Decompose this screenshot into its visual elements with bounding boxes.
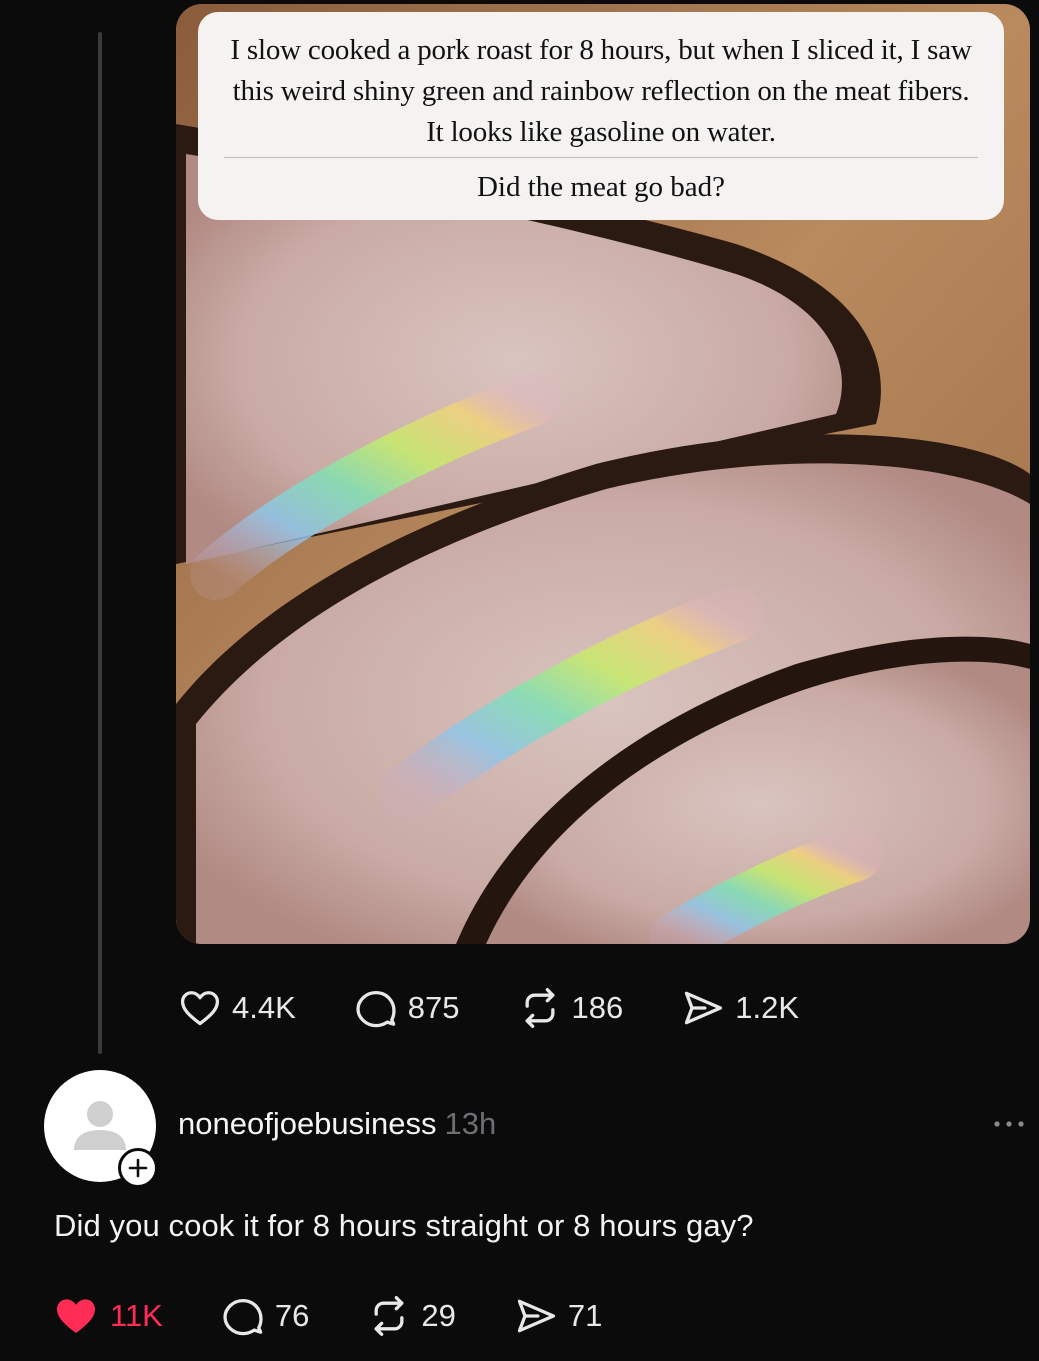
reply-comment-button[interactable]: 76 (221, 1294, 309, 1338)
comment-bubble-icon (356, 990, 396, 1028)
timestamp: 13h (444, 1106, 497, 1141)
repost-count: 186 (571, 990, 624, 1025)
follow-button[interactable] (118, 1148, 158, 1188)
caption-box: I slow cooked a pork roast for 8 hours, … (198, 12, 1004, 220)
reply-like-count: 11K (110, 1298, 163, 1333)
repost-icon (374, 1296, 404, 1336)
heart-icon (180, 991, 220, 1026)
reply-share-button[interactable]: 71 (514, 1294, 602, 1338)
reply-share-count: 71 (567, 1298, 603, 1333)
caption-text: I slow cooked a pork roast for 8 hours, … (230, 34, 972, 148)
send-icon (685, 991, 723, 1025)
reply-repost-button[interactable]: 29 (367, 1294, 456, 1338)
comment-button[interactable]: 875 (354, 986, 460, 1030)
like-count: 4.4K (232, 990, 296, 1025)
reply-text: Did you cook it for 8 hours straight or … (54, 1208, 754, 1243)
heart-icon (57, 1299, 95, 1333)
caption-divider (224, 157, 978, 158)
ellipsis-icon (994, 1121, 1024, 1127)
comment-bubble-icon (223, 1298, 263, 1336)
reply-repost-count: 29 (421, 1298, 456, 1333)
plus-icon (128, 1158, 148, 1178)
reply-comment-count: 76 (274, 1298, 310, 1333)
thread-line (98, 32, 102, 1054)
caption-question: Did the meat go bad? (476, 171, 726, 203)
reply-action-bar: 11K 76 29 71 (52, 1292, 660, 1340)
send-icon (517, 1299, 555, 1333)
username[interactable]: noneofjoebusiness (178, 1106, 437, 1141)
like-button[interactable]: 4.4K (178, 986, 296, 1030)
more-options-button[interactable] (988, 1114, 1030, 1134)
share-button[interactable]: 1.2K (681, 986, 799, 1030)
avatar[interactable] (44, 1070, 158, 1188)
post-action-bar: 4.4K 875 186 1.2K (178, 986, 857, 1030)
reply-header: noneofjoebusiness 13h (178, 1106, 496, 1142)
repost-button[interactable]: 186 (518, 986, 624, 1030)
post-image[interactable]: I slow cooked a pork roast for 8 hours, … (176, 4, 1030, 944)
reply-like-button[interactable]: 11K (52, 1292, 163, 1340)
share-count: 1.2K (735, 990, 800, 1025)
repost-icon (525, 988, 554, 1028)
comment-count: 875 (407, 990, 460, 1025)
